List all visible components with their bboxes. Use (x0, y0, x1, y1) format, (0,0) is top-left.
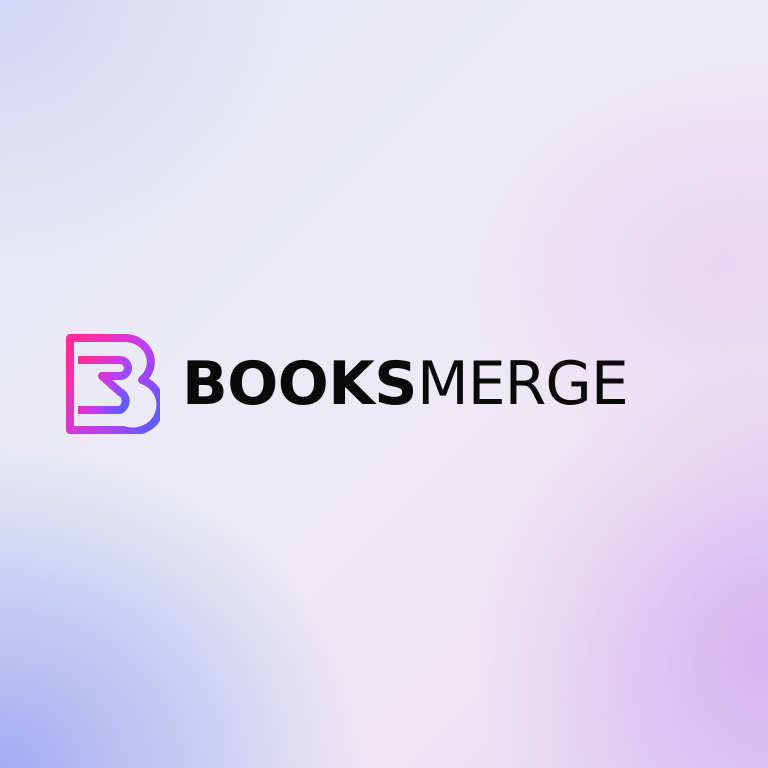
booksmerge-b-logo-icon (66, 334, 160, 434)
brand-logo: BOOKS MERGE (66, 334, 706, 434)
wordmark-light: MERGE (416, 349, 629, 419)
wordmark-bold: BOOKS (182, 349, 417, 419)
wordmark: BOOKS MERGE (182, 334, 629, 434)
